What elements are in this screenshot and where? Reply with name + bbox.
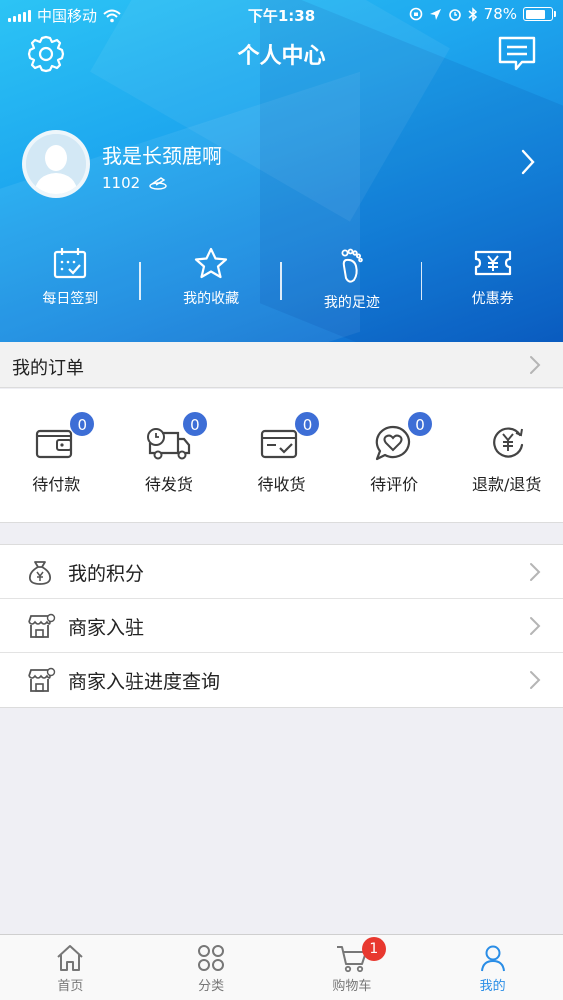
menu-item-label: 商家入驻 [68, 617, 145, 639]
home-icon [57, 945, 84, 971]
message-button[interactable] [495, 32, 539, 76]
menu-item-points[interactable]: 我的积分 [0, 545, 563, 599]
tab-label: 分类 [198, 979, 225, 994]
avatar[interactable] [22, 130, 90, 198]
tab-mine[interactable]: 我的 [422, 935, 563, 1000]
quick-action-label: 我的足迹 [323, 295, 380, 311]
tab-label: 我的 [479, 979, 506, 994]
quick-action-favorites[interactable]: 我的收藏 [141, 242, 282, 322]
profile-row[interactable]: 我是长颈鹿啊 1102 [22, 130, 542, 202]
cart-badge: 1 [361, 937, 386, 961]
menu-list: 我的积分 商家入驻 商家入驻进度查询 [0, 544, 563, 708]
chevron-right-icon [521, 149, 535, 175]
category-icon [198, 945, 225, 971]
default-avatar-icon [26, 134, 86, 194]
refund-icon [492, 427, 523, 458]
quick-action-label: 每日签到 [42, 291, 99, 307]
order-label: 待付款 [32, 475, 81, 494]
order-label: 待评价 [370, 475, 419, 494]
rotation-lock-icon [409, 7, 422, 21]
money-bag-icon [29, 561, 51, 585]
user-name: 我是长颈鹿啊 [102, 144, 222, 168]
user-points: 1102 [102, 174, 168, 192]
alarm-icon [448, 9, 461, 21]
quick-actions: 每日签到 我的收藏 我的足迹 优惠券 [0, 242, 563, 322]
calendar-check-icon [54, 248, 87, 279]
quick-action-footprints[interactable]: 我的足迹 [282, 242, 423, 322]
quick-action-checkin[interactable]: 每日签到 [0, 242, 141, 322]
user-icon [480, 945, 505, 972]
tab-label: 首页 [57, 979, 84, 994]
order-pending-review[interactable]: 0 待评价 [338, 389, 451, 522]
menu-item-label: 我的积分 [68, 563, 145, 585]
order-label: 待收货 [257, 475, 306, 494]
star-icon [195, 247, 228, 279]
footprint-icon [341, 248, 363, 283]
order-label: 退款/退货 [471, 475, 542, 494]
battery-icon [523, 7, 556, 21]
status-bar: 中国移动 下午1:38 78% [0, 0, 563, 30]
order-refund[interactable]: 退款/退货 [450, 389, 563, 522]
chevron-right-icon [530, 617, 541, 635]
quick-action-label: 我的收藏 [183, 291, 240, 307]
tab-cart[interactable]: 1 购物车 [282, 935, 423, 1000]
profile-header: 中国移动 下午1:38 78% 个人中心 我是长颈鹿啊 1102 每日签到 我的… [0, 0, 563, 342]
order-pending-shipment[interactable]: 0 待发货 [113, 389, 226, 522]
tab-bar: 首页 分类 1 购物车 我的 [0, 934, 563, 1000]
tab-label: 购物车 [332, 979, 372, 994]
bluetooth-icon [468, 6, 477, 22]
tab-category[interactable]: 分类 [141, 935, 282, 1000]
badge: 0 [407, 411, 434, 437]
tab-home[interactable]: 首页 [0, 935, 141, 1000]
menu-item-merchant-join[interactable]: 商家入驻 [0, 599, 563, 653]
menu-item-label: 商家入驻进度查询 [68, 671, 221, 693]
store-progress-icon [28, 667, 56, 692]
quick-action-label: 优惠券 [471, 291, 514, 307]
location-icon [429, 8, 441, 20]
coin-stack-icon [149, 177, 167, 190]
orders-header[interactable]: 我的订单 [0, 342, 563, 388]
store-icon [28, 613, 56, 638]
chevron-right-icon [530, 563, 541, 581]
battery-percent: 78% [483, 5, 517, 23]
orders-title: 我的订单 [12, 358, 84, 379]
message-icon [498, 36, 536, 71]
chevron-right-icon [530, 671, 541, 689]
order-label: 待发货 [144, 475, 193, 494]
badge: 0 [69, 411, 96, 437]
nav-bar: 个人中心 [0, 30, 563, 78]
badge: 0 [294, 411, 321, 437]
chevron-right-icon [530, 356, 541, 374]
badge: 0 [181, 411, 208, 437]
quick-action-coupons[interactable]: 优惠券 [422, 242, 563, 322]
order-pending-payment[interactable]: 0 待付款 [0, 389, 113, 522]
menu-item-merchant-progress[interactable]: 商家入驻进度查询 [0, 653, 563, 707]
points-value: 1102 [102, 174, 141, 192]
order-pending-receipt[interactable]: 0 待收货 [225, 389, 338, 522]
page-title: 个人中心 [237, 44, 326, 69]
order-status-row: 0 待付款 0 待发货 0 待收货 0 待评价 退款/退货 [0, 389, 563, 523]
coupon-icon [474, 250, 511, 276]
